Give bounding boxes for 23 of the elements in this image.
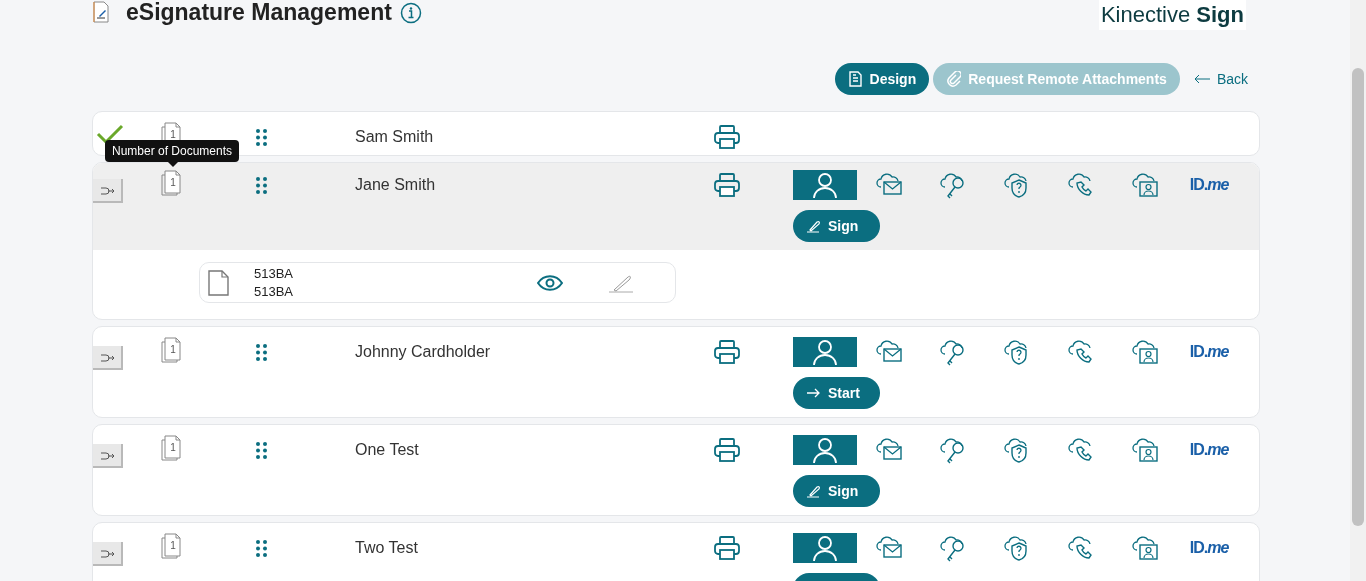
document-count-icon: 1 xyxy=(161,533,183,559)
auth-option[interactable]: ID.me xyxy=(1177,533,1241,563)
sign-button[interactable]: Sign xyxy=(793,210,880,242)
auth-option[interactable]: ID.me xyxy=(1177,337,1241,367)
auth-option[interactable]: ID.me xyxy=(1177,170,1241,200)
tooltip: Number of Documents xyxy=(105,140,240,162)
signer-name: One Test xyxy=(355,440,420,460)
auth-option[interactable]: ID.me xyxy=(1177,435,1241,465)
document-label: 513BA xyxy=(254,282,295,301)
back-link[interactable]: Back xyxy=(1192,68,1248,90)
start-button[interactable]: Start xyxy=(793,377,880,409)
sign-button[interactable]: Sign xyxy=(793,475,880,507)
brand-logo: Kinective Sign xyxy=(1098,0,1246,30)
document-label: 513BA xyxy=(254,264,295,283)
design-button[interactable]: Design xyxy=(834,63,930,95)
signer-name: Jane Smith xyxy=(355,175,437,195)
signer-name: Two Test xyxy=(355,538,419,558)
document-count-icon: 1 xyxy=(161,170,183,196)
document-count-icon: 1 xyxy=(161,337,183,363)
page-title: eSignature Management xyxy=(126,0,392,24)
signer-name: Sam Smith xyxy=(355,127,435,147)
document-count-icon: 1 xyxy=(161,435,183,461)
signer-name: Johnny Cardholder xyxy=(355,342,492,362)
